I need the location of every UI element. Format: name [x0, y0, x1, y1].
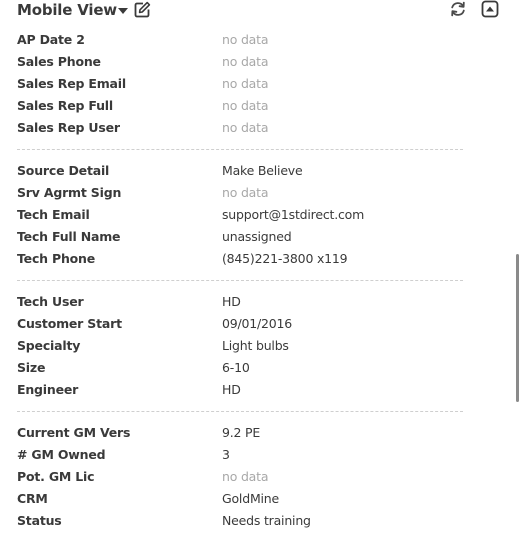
scrollbar-thumb[interactable] — [516, 254, 519, 402]
field-value: no data — [222, 98, 269, 113]
field-row: Pot. GM Lic no data — [17, 466, 463, 488]
field-row: Current GM Vers 9.2 PE — [17, 422, 463, 444]
field-row: # GM Owned 3 — [17, 444, 463, 466]
panel-header: Mobile View — [17, 0, 507, 22]
panel-title: Mobile View — [17, 1, 117, 19]
field-label: # GM Owned — [17, 447, 106, 462]
field-label: Pot. GM Lic — [17, 469, 95, 484]
mobile-view-panel: Mobile View AP Date 2 no data Sales Phon… — [0, 0, 521, 545]
field-label: Sales Rep Full — [17, 98, 113, 113]
field-row: Sales Rep User no data — [17, 117, 463, 139]
field-row: Status Needs training — [17, 510, 463, 532]
field-list: AP Date 2 no data Sales Phone no data Sa… — [17, 29, 463, 532]
field-label: Size — [17, 360, 46, 375]
field-label: Status — [17, 513, 62, 528]
field-row: Srv Agrmt Sign no data — [17, 182, 463, 204]
field-label: Sales Rep User — [17, 120, 120, 135]
field-value: no data — [222, 185, 269, 200]
field-label: AP Date 2 — [17, 32, 85, 47]
collapse-up-icon[interactable] — [481, 0, 499, 18]
field-value: GoldMine — [222, 491, 280, 506]
vertical-scrollbar[interactable] — [514, 0, 521, 545]
refresh-icon[interactable] — [449, 0, 467, 18]
field-row: AP Date 2 no data — [17, 29, 463, 51]
field-label: Tech Phone — [17, 251, 96, 266]
field-row: Engineer HD — [17, 379, 463, 401]
field-row: Tech User HD — [17, 291, 463, 313]
field-row: Sales Rep Full no data — [17, 95, 463, 117]
field-value: 6-10 — [222, 360, 250, 375]
group-separator — [17, 401, 463, 422]
group-separator — [17, 139, 463, 160]
field-row: Customer Start 09/01/2016 — [17, 313, 463, 335]
field-label: Customer Start — [17, 316, 122, 331]
field-label: Tech Email — [17, 207, 90, 222]
field-value: 3 — [222, 447, 230, 462]
field-label: Sales Rep Email — [17, 76, 126, 91]
field-value: no data — [222, 76, 269, 91]
field-label: Srv Agrmt Sign — [17, 185, 122, 200]
field-row: Specialty Light bulbs — [17, 335, 463, 357]
field-value: unassigned — [222, 229, 292, 244]
field-label: Sales Phone — [17, 54, 101, 69]
field-value: no data — [222, 54, 269, 69]
field-row: Tech Full Name unassigned — [17, 226, 463, 248]
field-value: Needs training — [222, 513, 311, 528]
field-value: Make Believe — [222, 163, 303, 178]
field-value: (845)221-3800 x119 — [222, 251, 348, 266]
field-row: Sales Phone no data — [17, 51, 463, 73]
field-value: HD — [222, 294, 241, 309]
field-label: Specialty — [17, 338, 81, 353]
field-row: Source Detail Make Believe — [17, 160, 463, 182]
field-value: no data — [222, 32, 269, 47]
field-label: Tech User — [17, 294, 84, 309]
field-row: CRM GoldMine — [17, 488, 463, 510]
edit-icon[interactable] — [134, 1, 151, 18]
field-value: Light bulbs — [222, 338, 289, 353]
group-separator — [17, 270, 463, 291]
field-value: HD — [222, 382, 241, 397]
caret-down-icon[interactable] — [118, 8, 128, 14]
field-label: Current GM Vers — [17, 425, 131, 440]
field-value: 09/01/2016 — [222, 316, 293, 331]
field-value: 9.2 PE — [222, 425, 261, 440]
field-row: Sales Rep Email no data — [17, 73, 463, 95]
field-row: Tech Email support@1stdirect.com — [17, 204, 463, 226]
field-label: Engineer — [17, 382, 79, 397]
field-value: no data — [222, 120, 269, 135]
field-label: Source Detail — [17, 163, 110, 178]
field-value: support@1stdirect.com — [222, 207, 365, 222]
field-row: Size 6-10 — [17, 357, 463, 379]
field-value: no data — [222, 469, 269, 484]
field-row: Tech Phone (845)221-3800 x119 — [17, 248, 463, 270]
field-label: Tech Full Name — [17, 229, 121, 244]
field-label: CRM — [17, 491, 48, 506]
